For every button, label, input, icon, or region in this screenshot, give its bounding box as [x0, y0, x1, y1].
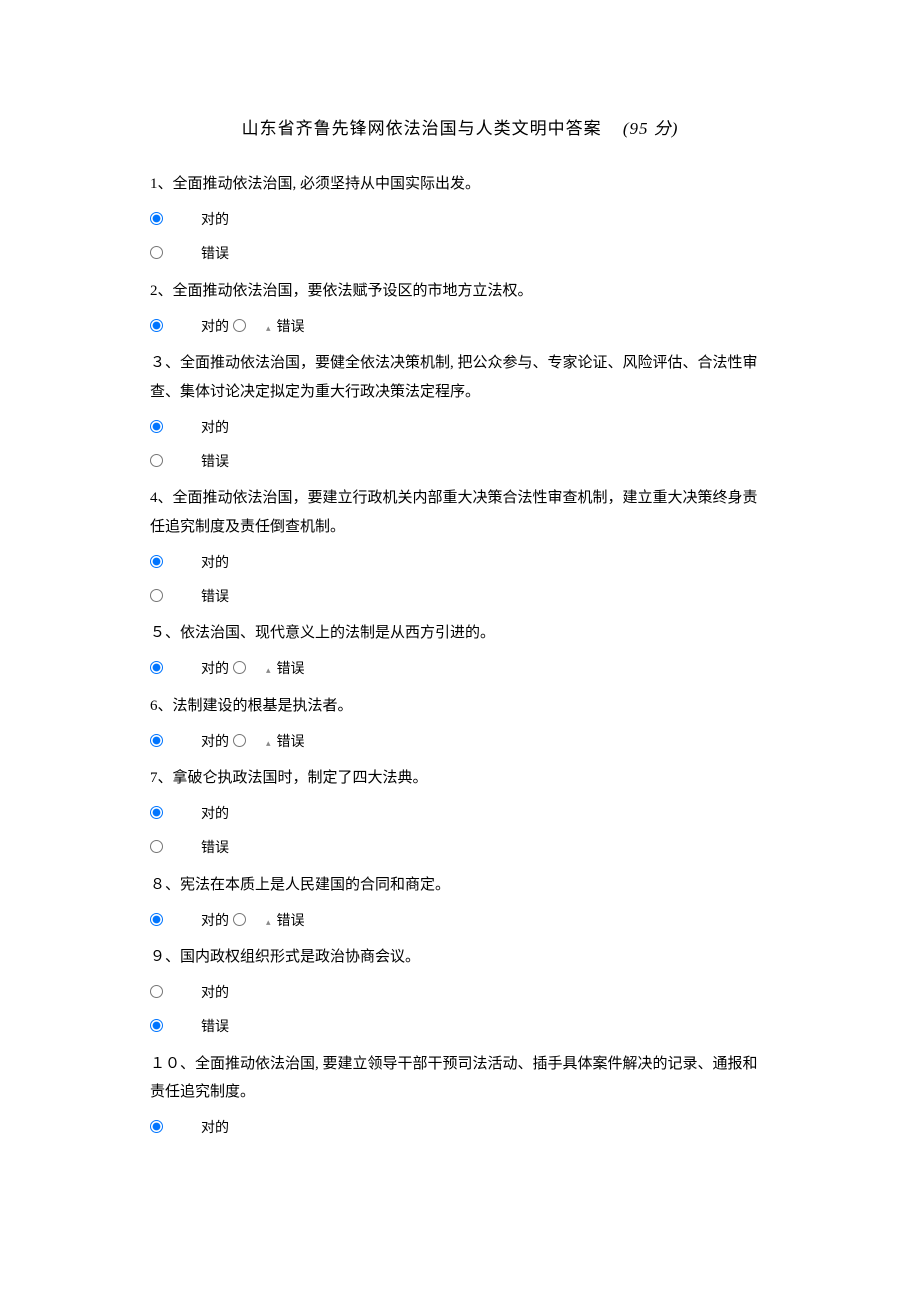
option-label-correct: 对的	[201, 659, 229, 681]
radio-wrong[interactable]	[150, 246, 163, 259]
option-row-inline: 对的 ▴ 错误	[150, 313, 770, 343]
option-label-wrong: 错误	[201, 452, 229, 474]
option-label-correct: 对的	[201, 911, 229, 933]
radio-correct[interactable]	[150, 661, 163, 674]
radio-correct[interactable]	[150, 420, 163, 433]
option-row: 对的	[150, 980, 770, 1010]
option-row: 错误	[150, 1014, 770, 1044]
radio-wrong[interactable]	[233, 319, 246, 332]
option-row-inline: 对的 ▴ 错误	[150, 907, 770, 937]
option-row-inline: 对的 ▴ 错误	[150, 728, 770, 758]
question-text: 7、拿破仑执政法国时，制定了四大法典。	[150, 764, 770, 793]
question-text: ８、宪法在本质上是人民建国的合同和商定。	[150, 871, 770, 900]
question-text: 4、全面推动依法治国，要建立行政机关内部重大决策合法性审查机制，建立重大决策终身…	[150, 484, 770, 541]
question-text: 6、法制建设的根基是执法者。	[150, 692, 770, 721]
question-text: ５、依法治国、现代意义上的法制是从西方引进的。	[150, 619, 770, 648]
radio-correct[interactable]	[150, 212, 163, 225]
option-row-inline: 对的 ▴ 错误	[150, 656, 770, 686]
option-label-correct: 对的	[201, 210, 229, 232]
option-row: 对的	[150, 207, 770, 237]
option-row: 错误	[150, 241, 770, 271]
arrow-icon: ▴	[266, 663, 271, 677]
radio-wrong[interactable]	[233, 734, 246, 747]
page-title: 山东省齐鲁先锋网依法治国与人类文明中答案 (95 分)	[150, 115, 770, 142]
radio-wrong[interactable]	[233, 913, 246, 926]
radio-wrong[interactable]	[150, 1019, 163, 1032]
option-label-wrong: 错误	[277, 911, 305, 933]
arrow-icon: ▴	[266, 736, 271, 750]
title-text: 山东省齐鲁先锋网依法治国与人类文明中答案	[242, 119, 602, 138]
radio-wrong[interactable]	[150, 840, 163, 853]
radio-correct[interactable]	[150, 555, 163, 568]
option-label-correct: 对的	[201, 1118, 229, 1140]
option-label-correct: 对的	[201, 553, 229, 575]
option-row: 错误	[150, 583, 770, 613]
questions-list: 1、全面推动依法治国, 必须坚持从中国实际出发。对的错误2、全面推动依法治国，要…	[150, 170, 770, 1145]
option-label-wrong: 错误	[201, 838, 229, 860]
option-row: 对的	[150, 549, 770, 579]
radio-wrong[interactable]	[233, 661, 246, 674]
arrow-icon: ▴	[266, 321, 271, 335]
option-row: 对的	[150, 414, 770, 444]
question-text: ３、全面推动依法治国，要健全依法决策机制, 把公众参与、专家论证、风险评估、合法…	[150, 349, 770, 406]
option-label-correct: 对的	[201, 983, 229, 1005]
question-text: １０、全面推动依法治国, 要建立领导干部干预司法活动、插手具体案件解决的记录、通…	[150, 1050, 770, 1107]
question-text: ９、国内政权组织形式是政治协商会议。	[150, 943, 770, 972]
option-label-wrong: 错误	[277, 317, 305, 339]
option-row: 错误	[150, 835, 770, 865]
radio-wrong[interactable]	[150, 454, 163, 467]
option-row: 错误	[150, 448, 770, 478]
radio-correct[interactable]	[150, 734, 163, 747]
option-label-correct: 对的	[201, 317, 229, 339]
radio-correct[interactable]	[150, 913, 163, 926]
arrow-icon: ▴	[266, 915, 271, 929]
radio-wrong[interactable]	[150, 589, 163, 602]
option-label-wrong: 错误	[201, 587, 229, 609]
radio-correct[interactable]	[150, 319, 163, 332]
question-text: 1、全面推动依法治国, 必须坚持从中国实际出发。	[150, 170, 770, 199]
option-label-correct: 对的	[201, 804, 229, 826]
title-score: (95 分)	[623, 119, 679, 138]
option-label-wrong: 错误	[201, 1017, 229, 1039]
radio-correct[interactable]	[150, 806, 163, 819]
option-label-correct: 对的	[201, 418, 229, 440]
option-row: 对的	[150, 801, 770, 831]
radio-correct[interactable]	[150, 985, 163, 998]
question-text: 2、全面推动依法治国，要依法赋予设区的市地方立法权。	[150, 277, 770, 306]
option-label-correct: 对的	[201, 732, 229, 754]
option-row: 对的	[150, 1115, 770, 1145]
option-label-wrong: 错误	[277, 659, 305, 681]
radio-correct[interactable]	[150, 1120, 163, 1133]
option-label-wrong: 错误	[277, 732, 305, 754]
option-label-wrong: 错误	[201, 244, 229, 266]
